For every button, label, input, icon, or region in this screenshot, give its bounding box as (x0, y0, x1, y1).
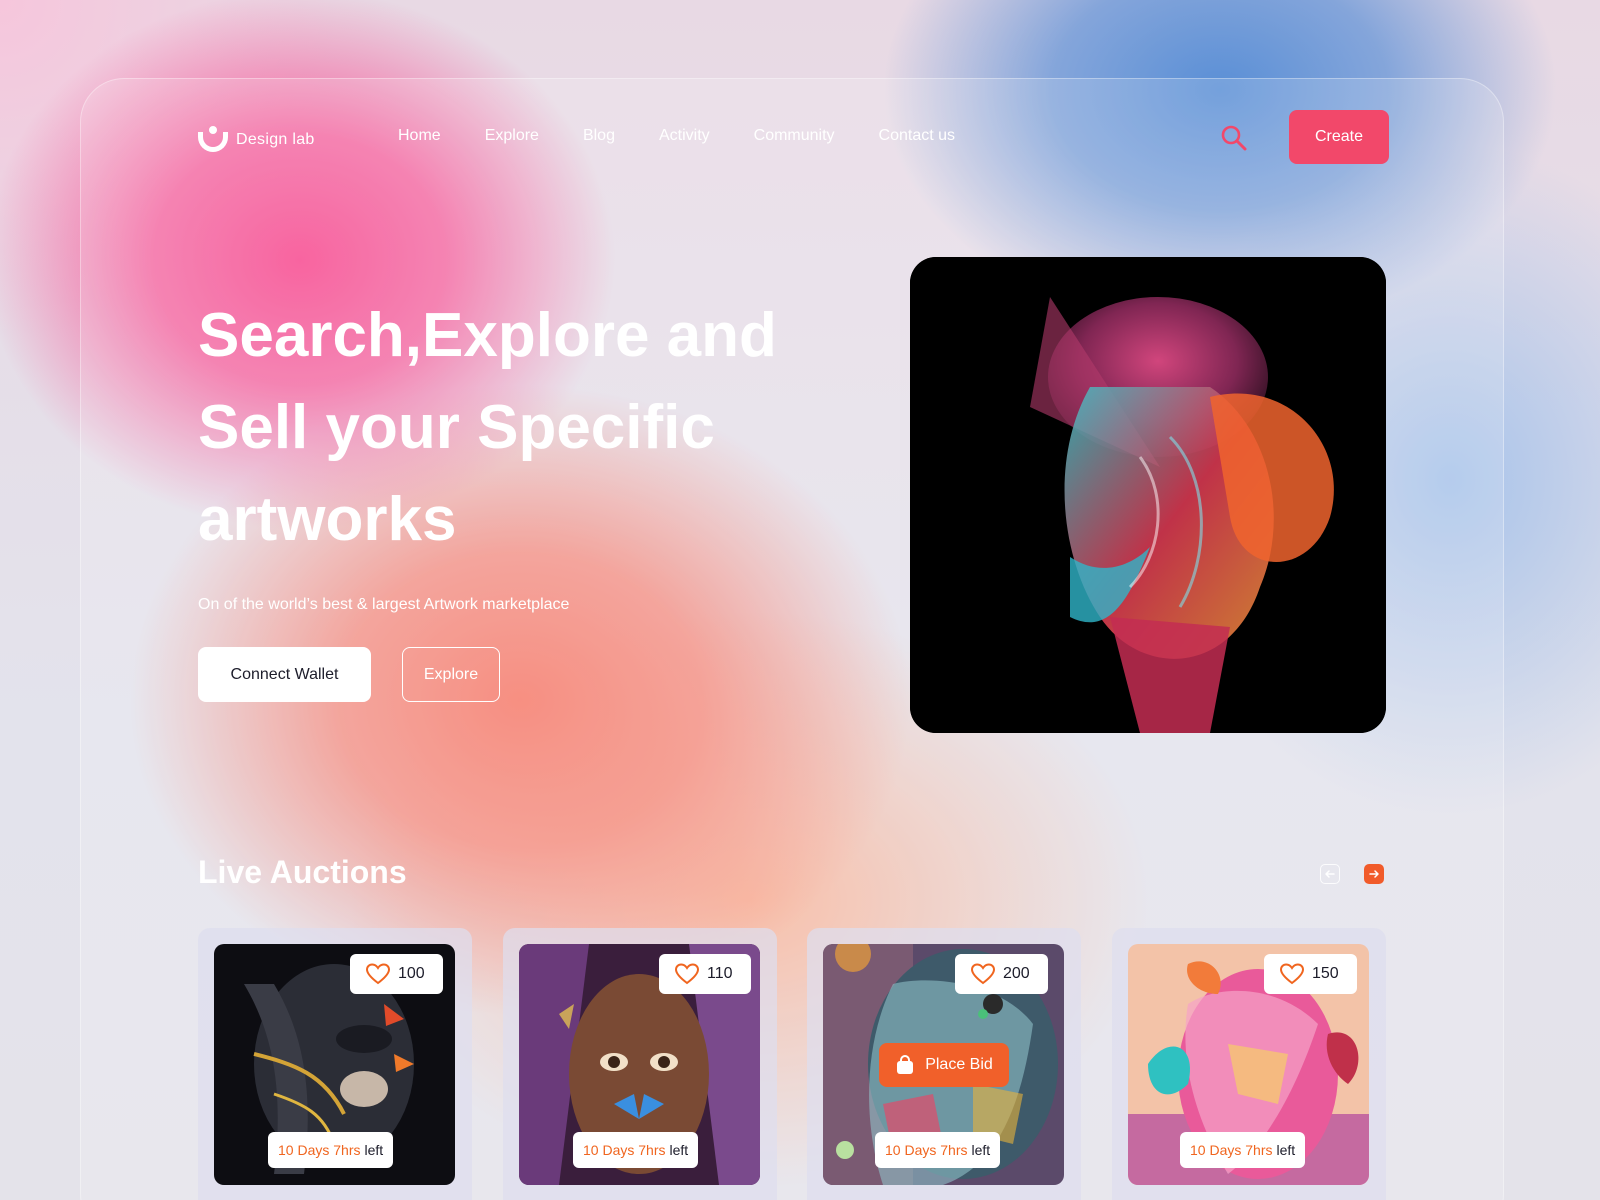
heart-icon (971, 963, 995, 985)
likes-count: 110 (707, 965, 733, 982)
likes-badge[interactable]: 110 (659, 954, 751, 994)
explore-button[interactable]: Explore (402, 647, 500, 702)
nav-blog[interactable]: Blog (583, 127, 615, 145)
shopping-bag-icon (897, 1055, 914, 1074)
auction-card[interactable]: 200 Place Bid 10 Days 7hrs left (807, 928, 1081, 1200)
prev-arrow-button[interactable] (1320, 864, 1340, 884)
place-bid-label: Place Bid (925, 1056, 993, 1073)
likes-count: 100 (398, 965, 425, 982)
heart-icon (675, 963, 699, 985)
search-icon[interactable] (1220, 124, 1248, 152)
auction-card[interactable]: 100 10 Days 7hrs left (198, 928, 472, 1200)
time-left-suffix: left (364, 1142, 384, 1158)
time-left-badge: 10 Days 7hrs left (875, 1132, 1001, 1168)
auction-card[interactable]: 110 10 Days 7hrs left (503, 928, 777, 1200)
time-left-value: 10 Days 7hrs (583, 1142, 666, 1158)
next-arrow-button[interactable] (1364, 864, 1384, 884)
nav-community[interactable]: Community (754, 127, 835, 145)
time-left-suffix: left (1276, 1142, 1296, 1158)
live-auctions-title: Live Auctions (198, 854, 407, 890)
nav-contact[interactable]: Contact us (879, 127, 955, 145)
arrow-left-icon (1325, 870, 1335, 878)
heart-icon (366, 963, 390, 985)
hero-artwork (910, 257, 1386, 733)
time-left-suffix: left (669, 1142, 689, 1158)
create-button[interactable]: Create (1289, 110, 1389, 164)
logo-icon (198, 126, 228, 154)
time-left-badge: 10 Days 7hrs left (573, 1132, 699, 1168)
hero-title: Search,Explore and Sell your Specific ar… (198, 301, 777, 554)
auction-card[interactable]: 150 10 Days 7hrs left (1112, 928, 1386, 1200)
logo[interactable]: Design lab (198, 126, 315, 154)
likes-badge[interactable]: 150 (1264, 954, 1357, 994)
connect-wallet-button[interactable]: Connect Wallet (198, 647, 371, 702)
time-left-value: 10 Days 7hrs (885, 1142, 968, 1158)
arrow-right-icon (1369, 870, 1379, 878)
likes-count: 150 (1312, 965, 1339, 982)
likes-badge[interactable]: 200 (955, 954, 1048, 994)
time-left-badge: 10 Days 7hrs left (268, 1132, 394, 1168)
nav-activity[interactable]: Activity (659, 127, 710, 145)
time-left-value: 10 Days 7hrs (1190, 1142, 1273, 1158)
heart-icon (1280, 963, 1304, 985)
logo-text: Design lab (236, 131, 315, 148)
main-nav: Home Explore Blog Activity Community Con… (398, 127, 955, 145)
place-bid-button[interactable]: Place Bid (879, 1043, 1009, 1087)
time-left-suffix: left (971, 1142, 991, 1158)
nav-explore[interactable]: Explore (485, 127, 539, 145)
hero-subtitle: On of the world’s best & largest Artwork… (198, 596, 570, 613)
time-left-value: 10 Days 7hrs (278, 1142, 361, 1158)
likes-badge[interactable]: 100 (350, 954, 443, 994)
nav-home[interactable]: Home (398, 127, 441, 145)
likes-count: 200 (1003, 965, 1030, 982)
time-left-badge: 10 Days 7hrs left (1180, 1132, 1306, 1168)
